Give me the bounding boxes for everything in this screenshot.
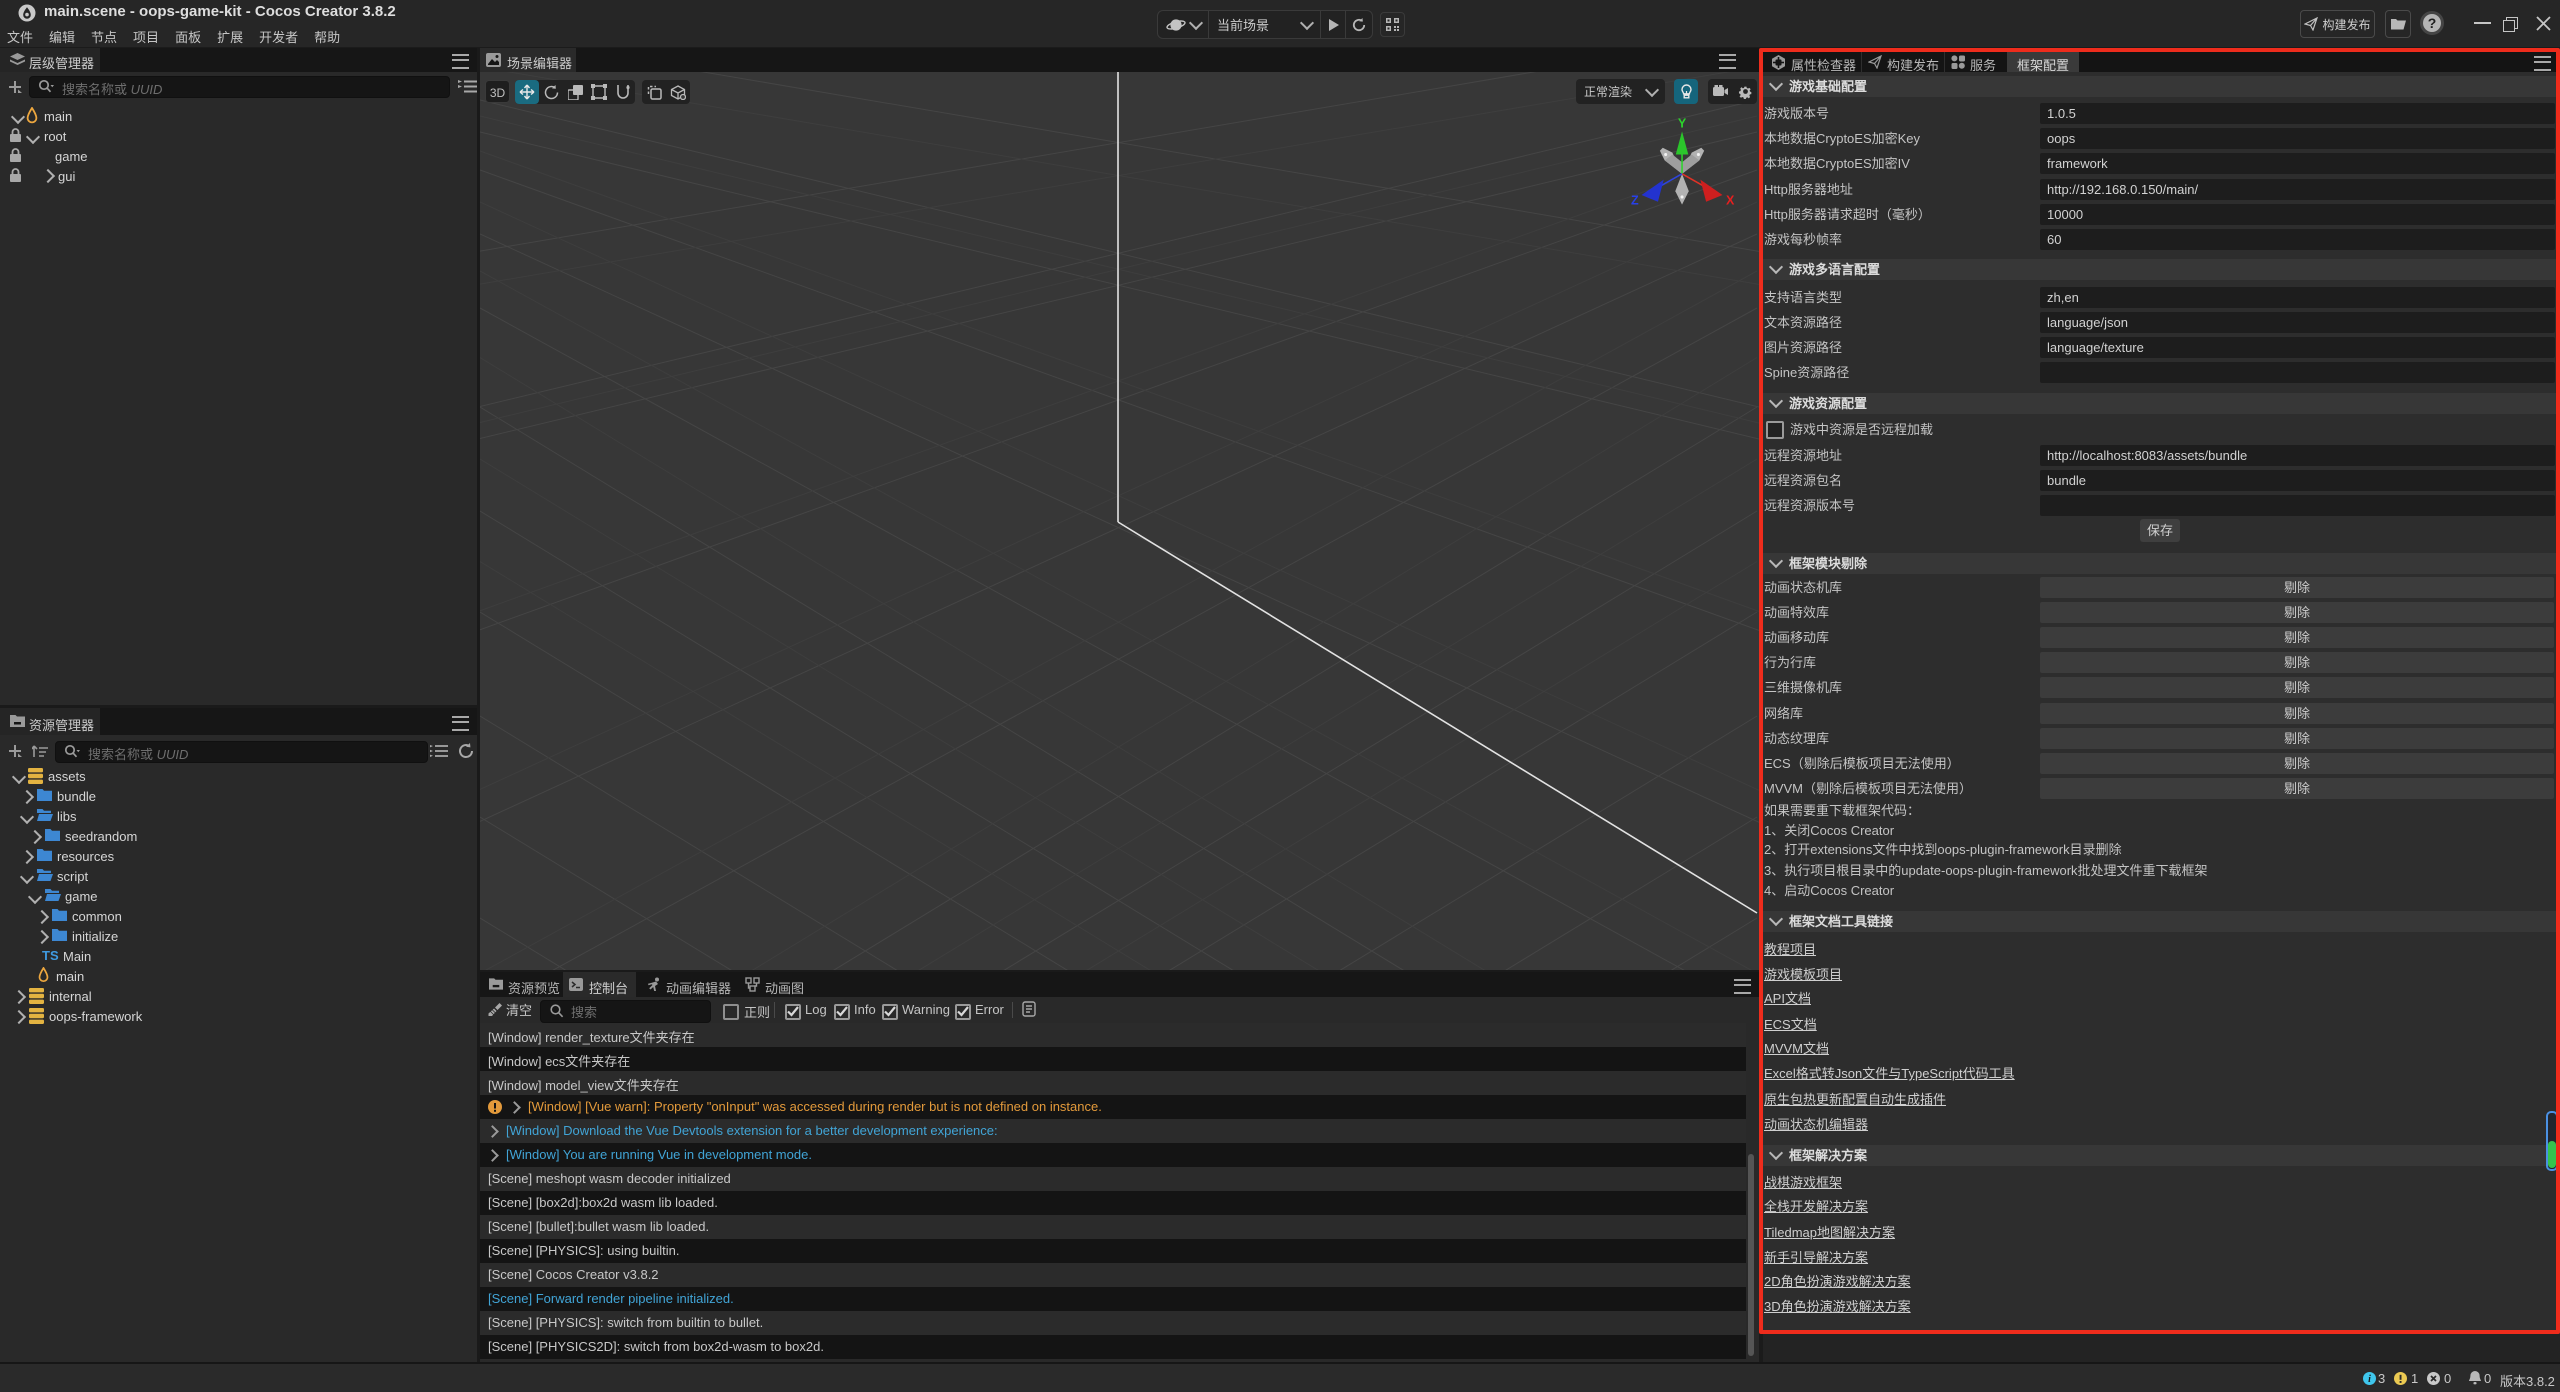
- svg-text:Y: Y: [1678, 117, 1687, 131]
- svg-text:i: i: [2368, 1374, 2371, 1385]
- svg-text:Z: Z: [1631, 194, 1639, 208]
- svg-text:X: X: [1726, 194, 1735, 208]
